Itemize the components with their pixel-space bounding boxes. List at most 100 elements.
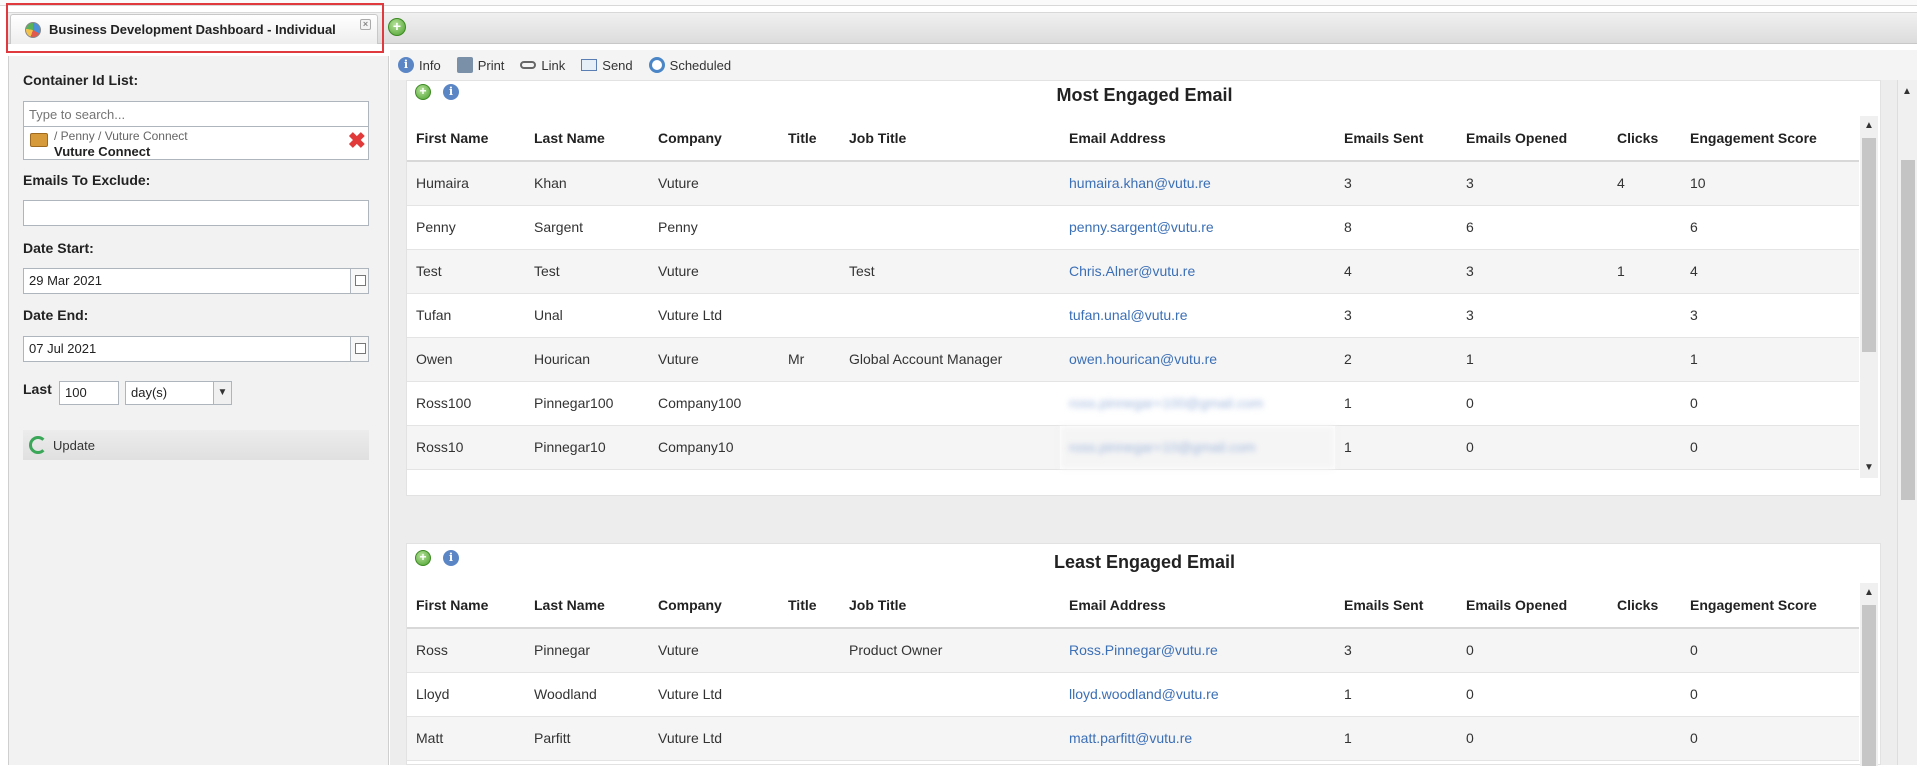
column-header[interactable]: Engagement Score — [1681, 116, 1859, 162]
print-button[interactable]: Print — [456, 57, 504, 73]
table-row[interactable]: Ross100 Pinnegar100 Company100 ross.pinnega… — [407, 381, 1859, 426]
link-button[interactable]: Link — [520, 58, 565, 73]
most-engaged-panel: + i Most Engaged Email First Name Last Na… — [406, 80, 1881, 496]
column-header[interactable]: Emails Opened — [1457, 583, 1608, 629]
table-row[interactable]: Lloyd Woodland Vuture Ltd lloyd.woodland@vu… — [407, 672, 1859, 717]
send-button[interactable]: Send — [581, 58, 633, 73]
column-header[interactable]: Title — [779, 116, 840, 162]
column-header[interactable]: Company — [649, 583, 779, 629]
least-engaged-panel: + i Least Engaged Email First Name Last N… — [406, 543, 1881, 766]
table-cell: 1 — [1457, 337, 1608, 382]
table-cell: 0 — [1681, 628, 1859, 673]
column-header[interactable]: Emails Sent — [1335, 116, 1457, 162]
scroll-up-icon[interactable]: ▲ — [1864, 120, 1874, 131]
date-end-input[interactable]: 07 Jul 2021 — [23, 336, 369, 362]
table-cell: Vuture — [649, 161, 779, 206]
column-header[interactable]: Engagement Score — [1681, 583, 1859, 629]
column-header[interactable]: Company — [649, 116, 779, 162]
email-link[interactable]: ross.pinnegar+100@gmail.com — [1060, 381, 1335, 426]
date-start-input[interactable]: 29 Mar 2021 — [23, 268, 369, 294]
calendar-icon[interactable] — [350, 269, 368, 293]
last-unit-select[interactable]: day(s) ▼ — [125, 381, 232, 405]
table-cell — [1608, 293, 1681, 338]
date-start-label: Date Start: — [23, 240, 94, 256]
email-link[interactable]: ross.pinnegar+10@gmail.com — [1060, 425, 1335, 470]
email-link[interactable]: humaira.khan@vutu.re — [1060, 161, 1335, 206]
scroll-up-icon[interactable]: ▲ — [1864, 587, 1874, 598]
table-cell: Pinnegar — [525, 628, 649, 673]
table-row[interactable]: Ross10 Pinnegar10 Company10 ross.pinnegar+1… — [407, 425, 1859, 470]
column-header[interactable]: Clicks — [1608, 583, 1681, 629]
email-link[interactable]: lloyd.woodland@vutu.re — [1060, 672, 1335, 717]
email-link[interactable]: Chris.Alner@vutu.re — [1060, 249, 1335, 294]
tab-dashboard[interactable]: Business Development Dashboard - Individ… — [10, 14, 378, 44]
info-button[interactable]: i Info — [398, 57, 441, 73]
table-row[interactable]: Tufan Unal Vuture Ltd tufan.unal@vutu.re 3 3 3 — [407, 293, 1859, 338]
page-scrollbar[interactable]: ▲ — [1897, 80, 1917, 765]
email-link[interactable]: penny.sargent@vutu.re — [1060, 205, 1335, 250]
emails-exclude-input[interactable] — [23, 200, 369, 226]
date-start-value: 29 Mar 2021 — [29, 273, 102, 288]
column-header[interactable]: First Name — [407, 116, 525, 162]
table-row[interactable]: Matt Parfitt Vuture Ltd matt.parfitt@vutu.r… — [407, 716, 1859, 761]
scroll-thumb[interactable] — [1862, 605, 1876, 766]
table-cell: 1 — [1335, 425, 1457, 470]
column-header[interactable]: Job Title — [840, 116, 1060, 162]
least-engaged-table: First Name Last Name Company Title Job Title… — [407, 583, 1859, 761]
table-cell — [779, 249, 840, 294]
table-cell — [779, 672, 840, 717]
table-row[interactable]: Test Test Vuture Test Chris.Alner@vutu.re 4 3 1… — [407, 249, 1859, 294]
table-cell: 8 — [1335, 205, 1457, 250]
table-cell — [779, 161, 840, 206]
scroll-down-icon[interactable]: ▼ — [1864, 462, 1874, 473]
scroll-thumb[interactable] — [1901, 160, 1915, 500]
column-header[interactable]: Emails Opened — [1457, 116, 1608, 162]
table-cell: 0 — [1457, 672, 1608, 717]
table-row[interactable]: Ross Pinnegar Vuture Product Owner Ross.Pinn… — [407, 628, 1859, 673]
table-cell: 3 — [1457, 249, 1608, 294]
table-cell: Ross100 — [407, 381, 525, 426]
table-row[interactable]: Humaira Khan Vuture humaira.khan@vutu.re 3 3 4… — [407, 161, 1859, 206]
table-cell: Vuture Ltd — [649, 716, 779, 761]
table-cell: 3 — [1457, 161, 1608, 206]
most-engaged-scrollbar[interactable]: ▲ ▼ — [1860, 116, 1878, 478]
table-cell: 10 — [1681, 161, 1859, 206]
column-header[interactable]: Email Address — [1060, 116, 1335, 162]
table-cell: Mr — [779, 337, 840, 382]
column-header[interactable]: Email Address — [1060, 583, 1335, 629]
column-header[interactable]: Last Name — [525, 583, 649, 629]
update-button[interactable]: Update — [23, 430, 369, 460]
update-label: Update — [53, 437, 95, 453]
scroll-thumb[interactable] — [1862, 138, 1876, 352]
least-engaged-scrollbar[interactable]: ▲ — [1860, 583, 1878, 766]
table-cell — [840, 381, 1060, 426]
add-tab-icon[interactable]: + — [388, 18, 406, 36]
tab-close-icon[interactable]: × — [360, 19, 371, 30]
table-cell — [1608, 716, 1681, 761]
scroll-up-icon[interactable]: ▲ — [1902, 86, 1912, 97]
calendar-icon[interactable] — [350, 337, 368, 361]
chevron-down-icon[interactable]: ▼ — [213, 382, 231, 404]
table-cell — [840, 716, 1060, 761]
email-link[interactable]: Ross.Pinnegar@vutu.re — [1060, 628, 1335, 673]
email-link[interactable]: owen.hourican@vutu.re — [1060, 337, 1335, 382]
table-cell — [840, 205, 1060, 250]
table-cell — [1608, 381, 1681, 426]
scheduled-button[interactable]: Scheduled — [648, 57, 731, 73]
link-icon — [520, 61, 537, 69]
table-row[interactable]: Penny Sargent Penny penny.sargent@vutu.re 8 6… — [407, 205, 1859, 250]
table-cell: Ross10 — [407, 425, 525, 470]
column-header[interactable]: Job Title — [840, 583, 1060, 629]
email-link[interactable]: tufan.unal@vutu.re — [1060, 293, 1335, 338]
column-header[interactable]: Title — [779, 583, 840, 629]
last-value-input[interactable]: 100 — [59, 381, 119, 405]
table-row[interactable]: Owen Hourican Vuture Mr Global Account Manag… — [407, 337, 1859, 382]
remove-container-icon[interactable]: ✖ — [348, 130, 366, 152]
email-link[interactable]: matt.parfitt@vutu.re — [1060, 716, 1335, 761]
column-header[interactable]: Last Name — [525, 116, 649, 162]
column-header[interactable]: First Name — [407, 583, 525, 629]
table-cell: 3 — [1457, 293, 1608, 338]
container-search-input[interactable] — [23, 101, 369, 127]
column-header[interactable]: Emails Sent — [1335, 583, 1457, 629]
column-header[interactable]: Clicks — [1608, 116, 1681, 162]
